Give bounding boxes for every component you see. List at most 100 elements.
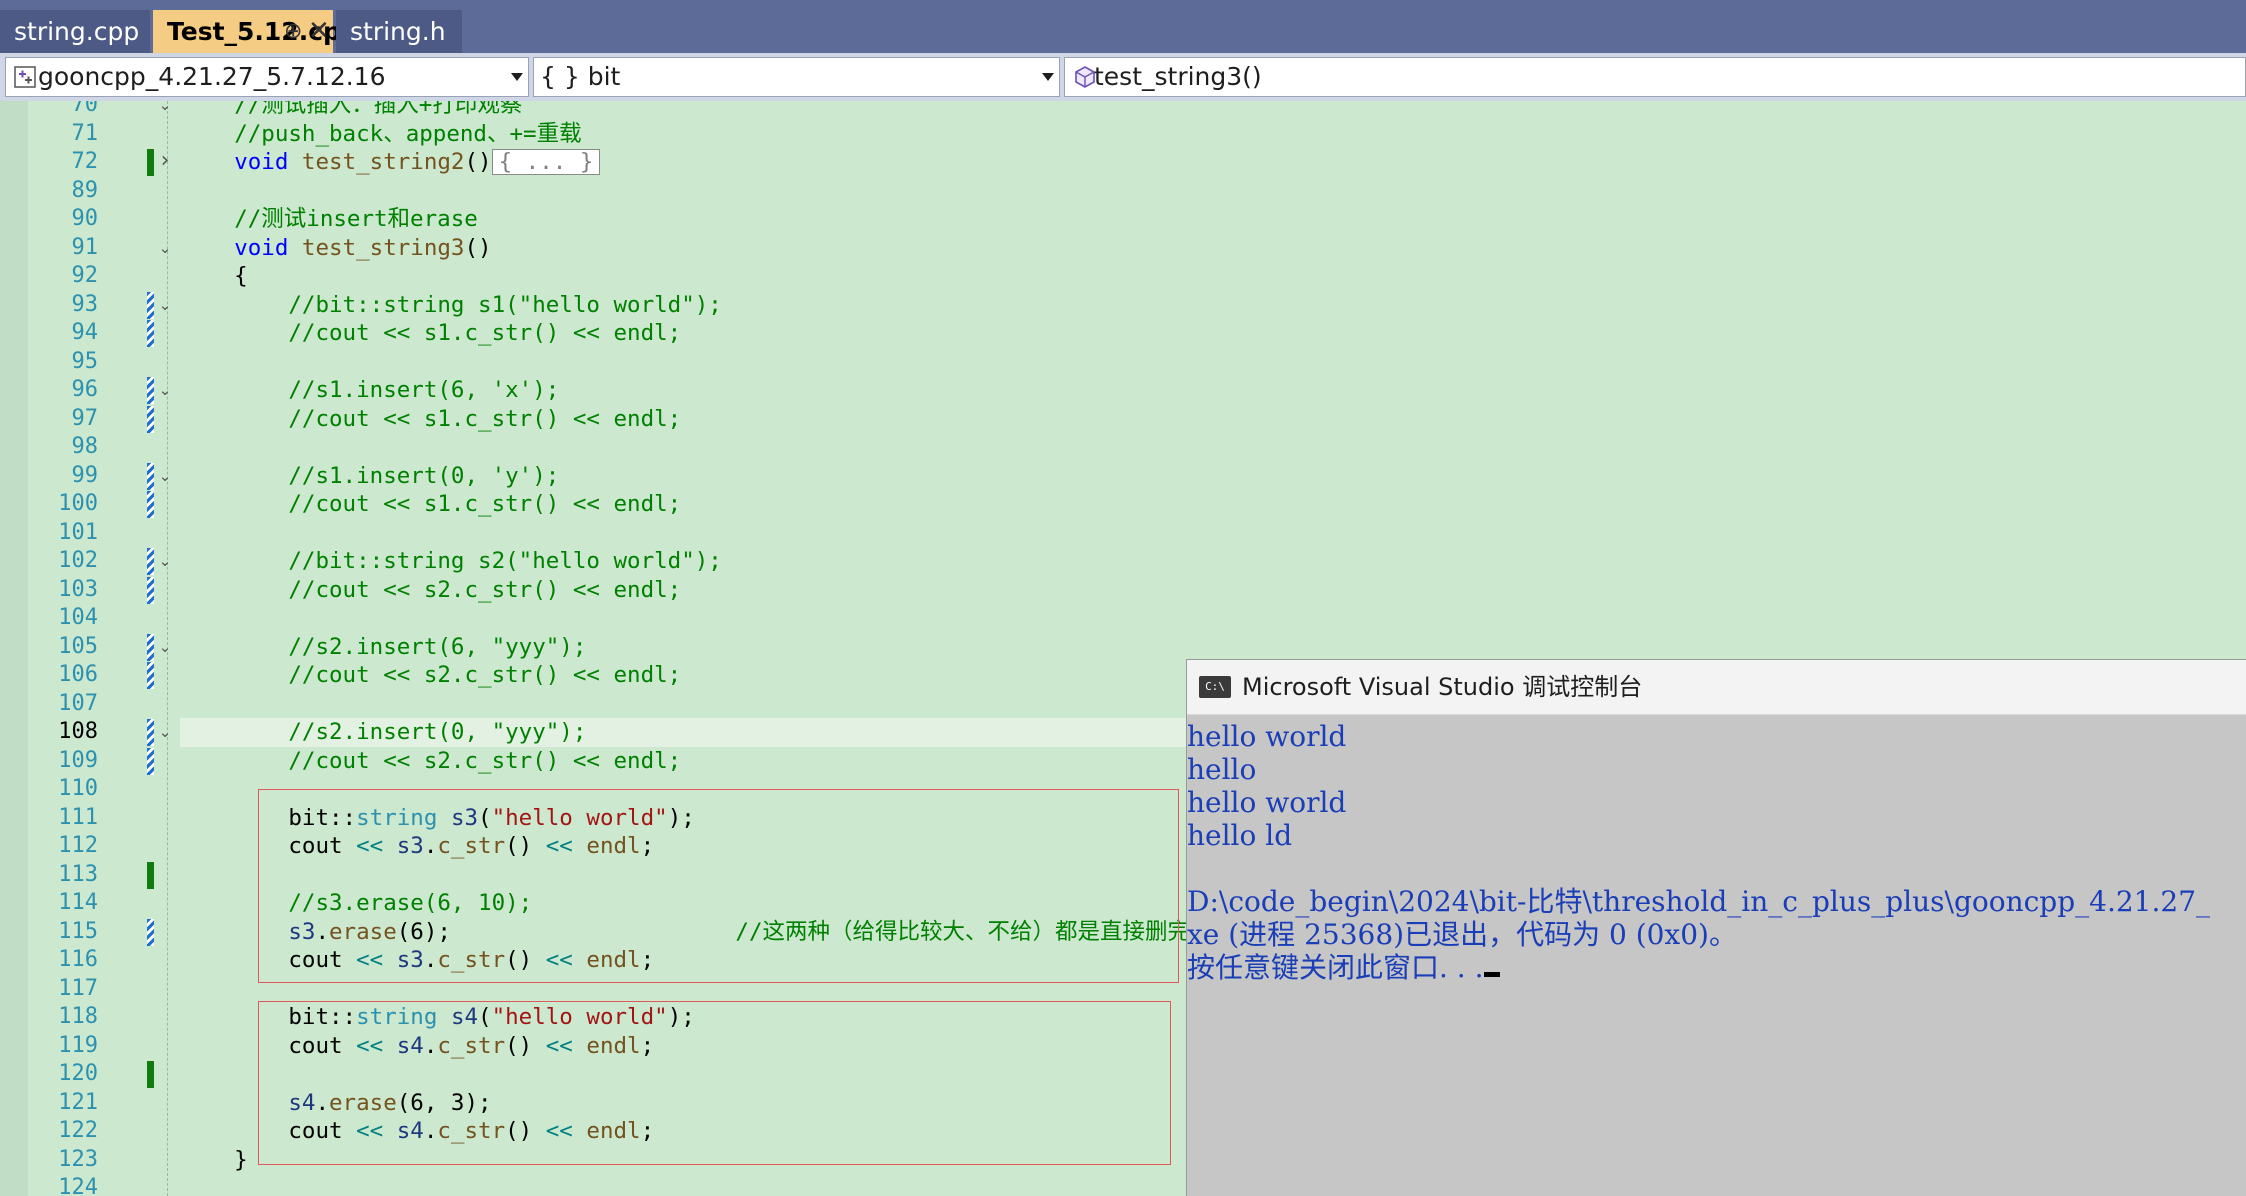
line-number: 118 — [58, 1004, 98, 1029]
code-line[interactable]: 105 ⌄ //s2.insert(6, "yyy"); — [0, 633, 1190, 662]
unsaved-change-marker — [147, 576, 154, 604]
line-number: 109 — [58, 747, 98, 773]
tab-string-cpp[interactable]: string.cpp — [0, 10, 150, 53]
code-line[interactable]: 106 //cout << s2.c_str() << endl; — [0, 661, 1190, 690]
code-line[interactable]: 102 ⌄ //bit::string s2("hello world"); — [0, 547, 1190, 576]
expand-chevron-icon[interactable]: › — [155, 150, 175, 172]
unsaved-change-marker — [147, 747, 154, 775]
project-dropdown[interactable]: gooncpp_4.21.27_5.7.12.16 — [5, 57, 529, 97]
code-line[interactable]: 107 — [0, 690, 1190, 719]
line-number: 122 — [58, 1118, 98, 1143]
console-line: D:\code_begin\2024\bit-比特\threshold_in_c… — [1187, 885, 2211, 918]
tab-test-5-12-cpp[interactable]: Test_5.12.cpp ⊕ ✕ — [153, 10, 359, 53]
code-line[interactable]: 93 ⌄ //bit::string s1("hello world"); — [0, 291, 1190, 320]
unsaved-change-marker — [147, 291, 154, 319]
code-line[interactable]: 91 ⌄ void test_string3() — [0, 234, 1190, 263]
collapse-chevron-icon[interactable]: ⌄ — [155, 637, 175, 657]
code-text: { — [180, 263, 248, 289]
code-line[interactable]: 90 //测试insert和erase — [0, 205, 1190, 234]
line-number: 106 — [58, 662, 98, 687]
collapse-chevron-icon[interactable]: ⌄ — [155, 101, 175, 115]
code-line[interactable]: 124 — [0, 1174, 1190, 1196]
scope-dropdown[interactable]: { } bit — [533, 57, 1060, 97]
console-line: 按任意键关闭此窗口. . . — [1187, 951, 1500, 984]
code-line[interactable]: 109 //cout << s2.c_str() << endl; — [0, 747, 1190, 776]
tab-string-h[interactable]: string.h — [336, 10, 462, 53]
text-cursor — [1483, 972, 1500, 977]
unsaved-change-marker — [147, 377, 154, 404]
code-line[interactable]: 100 //cout << s1.c_str() << endl; — [0, 490, 1190, 519]
unsaved-change-marker — [147, 491, 154, 518]
line-number: 100 — [58, 491, 98, 516]
code-text: //push_back、append、+=重载 — [234, 120, 582, 147]
line-number: 98 — [71, 434, 99, 459]
collapse-chevron-icon[interactable]: ⌄ — [155, 722, 175, 742]
collapse-chevron-icon[interactable]: ⌄ — [155, 551, 175, 571]
unsaved-change-marker — [147, 320, 154, 347]
unsaved-change-marker — [147, 405, 154, 433]
unsaved-change-marker — [147, 462, 154, 490]
unsaved-change-marker — [147, 548, 154, 575]
line-number: 91 — [71, 234, 99, 260]
code-text: //cout << s2.c_str() << endl; — [288, 576, 682, 603]
line-number: 96 — [71, 377, 99, 402]
chevron-down-icon[interactable] — [511, 73, 523, 81]
collapse-chevron-icon[interactable]: ⌄ — [155, 238, 175, 258]
debug-console-window[interactable]: C:\ Microsoft Visual Studio 调试控制台 hello … — [1186, 659, 2246, 1196]
code-text: void test_string2(){ ... } — [180, 148, 601, 177]
close-icon[interactable]: ✕ — [308, 10, 330, 53]
collapse-chevron-icon[interactable]: ⌄ — [155, 380, 175, 400]
code-line[interactable]: 97 //cout << s1.c_str() << endl; — [0, 405, 1190, 434]
line-number: 89 — [71, 177, 99, 203]
code-line[interactable]: 108 ⌄ //s2.insert(0, "yyy"); — [58, 718, 1190, 747]
console-app-icon: C:\ — [1199, 676, 1231, 698]
code-line[interactable]: 89 — [0, 177, 1190, 206]
line-number: 121 — [58, 1089, 98, 1115]
code-line[interactable]: 103 //cout << s2.c_str() << endl; — [0, 576, 1190, 605]
console-title-bar[interactable]: C:\ Microsoft Visual Studio 调试控制台 — [1187, 660, 2246, 715]
line-number: 113 — [58, 861, 98, 887]
line-number: 114 — [58, 890, 98, 915]
code-line[interactable]: 101 — [0, 519, 1190, 548]
code-text: //cout << s1.c_str() << endl; — [288, 405, 682, 432]
collapsed-region-indicator[interactable]: { ... } — [491, 149, 601, 175]
line-number: 110 — [58, 776, 98, 801]
code-line[interactable]: 72 › void test_string2(){ ... } — [0, 148, 1190, 177]
line-number: 102 — [58, 548, 98, 573]
code-line[interactable]: 96 ⌄ //s1.insert(6, 'x'); — [0, 376, 1190, 405]
code-text: //测试插入：插入+打印观察 — [234, 101, 523, 118]
line-number: 103 — [58, 576, 98, 602]
highlight-box-s4 — [258, 1001, 1171, 1165]
code-line[interactable]: 104 — [0, 604, 1190, 633]
line-number: 72 — [71, 149, 99, 174]
line-number: 116 — [58, 947, 98, 972]
saved-change-marker — [147, 861, 154, 889]
line-number: 117 — [58, 975, 98, 1001]
code-line[interactable]: 99 ⌄ //s1.insert(0, 'y'); — [0, 462, 1190, 491]
project-icon — [14, 66, 36, 88]
member-dropdown[interactable]: test_string3() — [1064, 57, 2246, 97]
code-line[interactable]: 95 — [0, 348, 1190, 377]
line-number: 105 — [58, 633, 98, 659]
code-line[interactable]: 92 { — [0, 262, 1190, 291]
code-text: //s1.insert(6, 'x'); — [288, 377, 560, 403]
scope-dropdown-value: { } bit — [540, 62, 621, 91]
code-text: //s1.insert(0, 'y'); — [288, 462, 560, 489]
line-number: 112 — [58, 833, 98, 858]
line-number: 92 — [71, 263, 99, 288]
code-line[interactable]: 98 — [0, 433, 1190, 462]
collapse-chevron-icon[interactable]: ⌄ — [155, 295, 175, 315]
collapse-chevron-icon[interactable]: ⌄ — [155, 466, 175, 486]
document-tab-strip: string.cpp Test_5.12.cpp ⊕ ✕ string.h — [0, 0, 2246, 53]
tab-label: string.cpp — [14, 17, 140, 46]
chevron-down-icon[interactable] — [1042, 73, 1054, 81]
code-line[interactable]: 94 //cout << s1.c_str() << endl; — [0, 319, 1190, 348]
code-line[interactable]: 71 //push_back、append、+=重载 — [0, 120, 1190, 149]
line-number: 107 — [58, 690, 98, 716]
unsaved-change-marker — [147, 633, 154, 661]
pin-icon[interactable]: ⊕ — [284, 10, 302, 53]
unsaved-change-marker — [147, 918, 154, 946]
code-text: //s2.insert(6, "yyy"); — [288, 633, 587, 660]
code-text: void test_string3() — [234, 234, 492, 261]
code-line[interactable]: 70 ⌄ //测试插入：插入+打印观察 — [0, 101, 1190, 120]
